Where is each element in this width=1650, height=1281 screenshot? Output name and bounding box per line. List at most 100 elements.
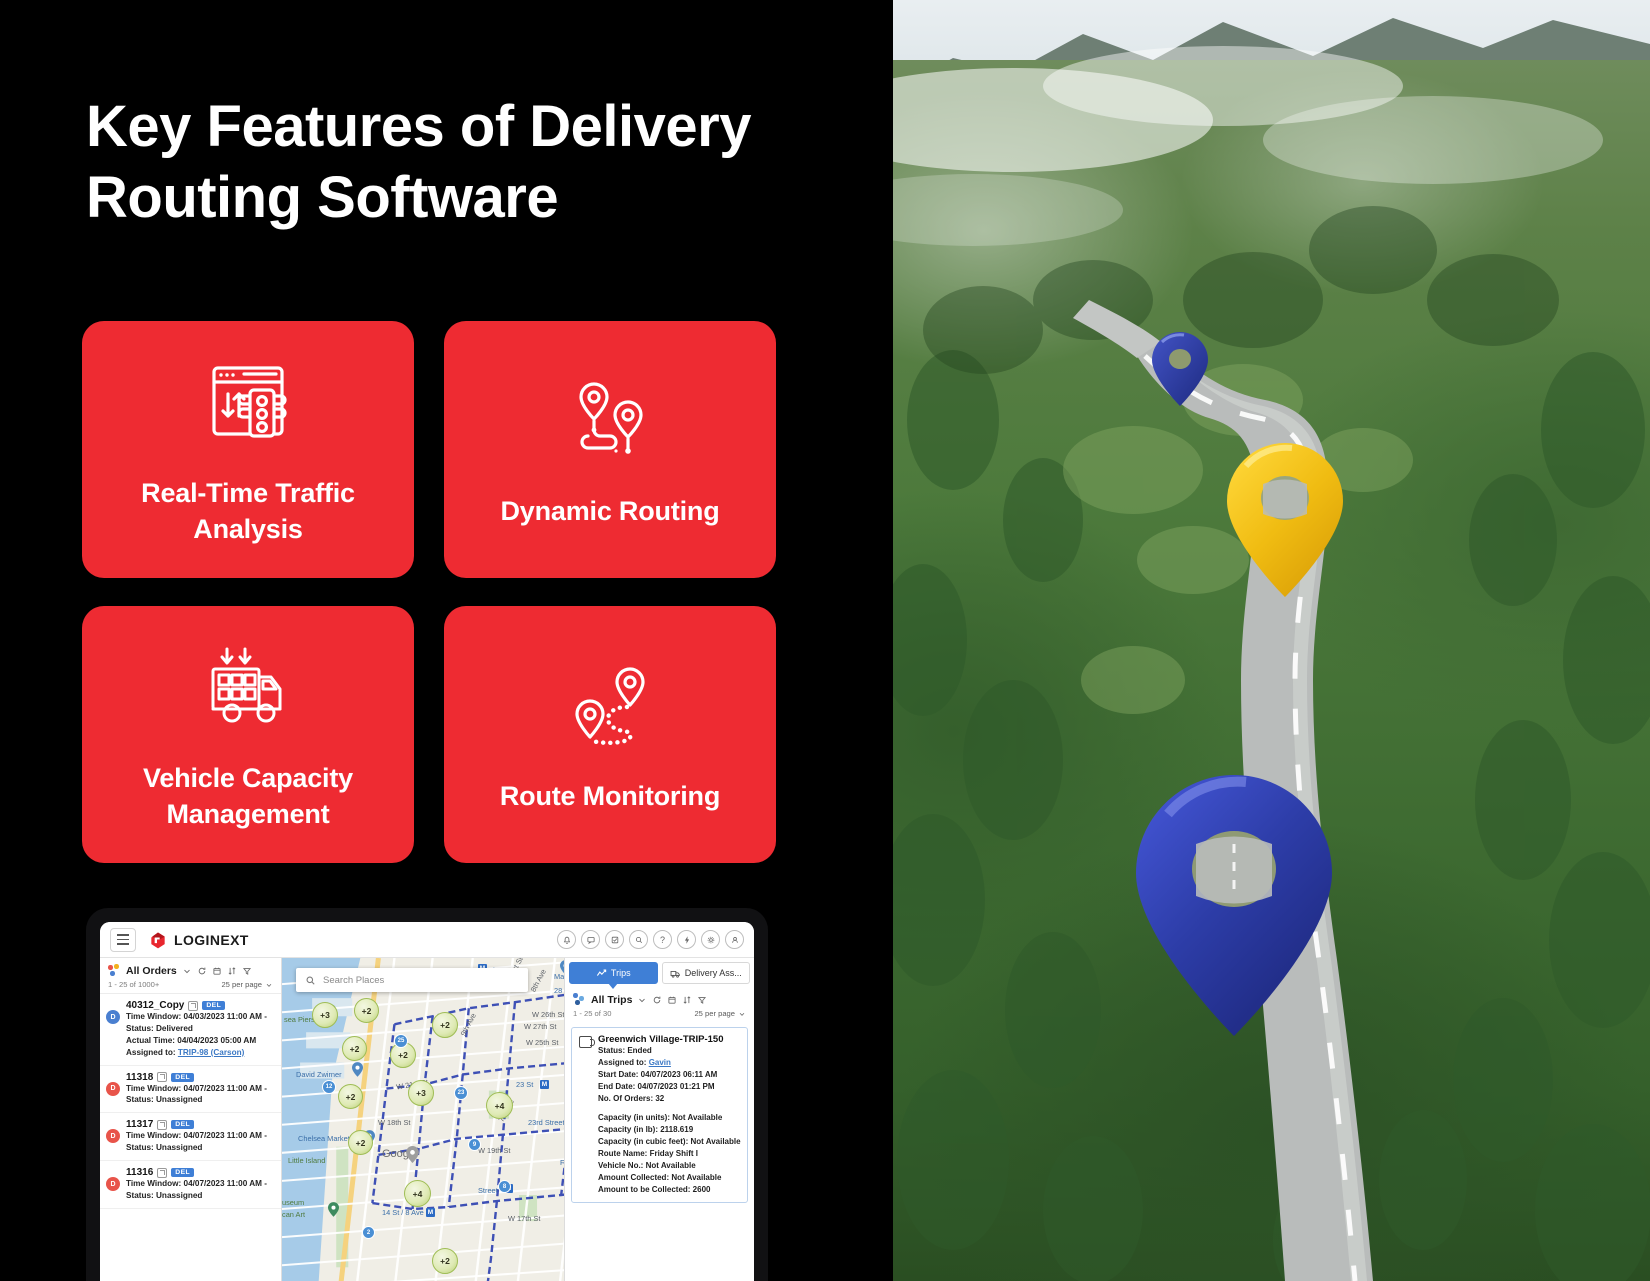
route-monitoring-icon — [558, 657, 662, 753]
trip-amount-to-be-collected: Amount to be Collected: 2600 — [598, 1185, 711, 1194]
order-actual-time: Actual Time: 04/04/2023 05:00 AM — [126, 1035, 257, 1045]
left-panel: Key Features of Delivery Routing Softwar… — [0, 0, 893, 1281]
chevron-down-icon — [739, 1012, 745, 1016]
calendar-icon[interactable] — [212, 966, 222, 976]
trip-end-date: End Date: 04/07/2023 01:21 PM — [598, 1082, 715, 1091]
refresh-icon[interactable] — [197, 966, 207, 976]
order-status-pin: D — [106, 1081, 120, 1096]
chat-icon[interactable] — [581, 930, 600, 949]
order-status: Status: Unassigned — [126, 1191, 203, 1201]
feature-card-route-monitoring[interactable]: Route Monitoring — [444, 606, 776, 863]
map-stop-marker[interactable]: 23 — [454, 1086, 468, 1100]
feature-card-label: Dynamic Routing — [500, 495, 720, 526]
feature-card-real-time-traffic-analysis[interactable]: Real-Time Traffic Analysis — [82, 321, 414, 578]
map-cluster-marker[interactable]: +2 — [338, 1084, 363, 1109]
order-status-pin: D — [106, 1129, 120, 1144]
order-status-pin: D — [106, 1010, 120, 1024]
map-cluster-marker[interactable]: +4 — [486, 1092, 513, 1119]
tab-trips[interactable]: Trips — [569, 962, 658, 989]
map-cluster-marker[interactable]: +2 — [342, 1036, 367, 1061]
trip-assigned-row: Assigned to: Gavin — [598, 1057, 740, 1069]
trips-pager: 1 - 25 of 30 — [573, 1009, 612, 1018]
order-list-item[interactable]: D 11316 DEL Time Window: 04/07/2023 11:0… — [100, 1161, 281, 1209]
map-stop-number: 2 — [366, 1229, 371, 1236]
orders-per-page[interactable]: 25 per page — [221, 980, 273, 989]
map-stop-number: 23 — [457, 1090, 465, 1096]
map-poi-pin-icon — [352, 1062, 363, 1077]
map-label: W 25th St — [526, 1038, 559, 1047]
map-stop-marker[interactable]: 12 — [322, 1080, 336, 1094]
task-icon[interactable] — [605, 930, 624, 949]
map-cluster-marker[interactable]: +4 — [404, 1180, 431, 1207]
map-poi-pin-icon — [406, 1146, 419, 1163]
map-cluster-marker[interactable]: +2 — [348, 1130, 373, 1155]
calendar-icon[interactable] — [667, 995, 677, 1005]
orders-pager: 1 - 25 of 1000+ — [108, 980, 160, 989]
tablet-mockup: LOGINEXT ? All Orders 1 - 25 of 1000+ 25… — [86, 908, 768, 1281]
bolt-icon[interactable] — [677, 930, 696, 949]
map-cluster-marker[interactable]: +3 — [312, 1002, 338, 1028]
order-list-item[interactable]: D 40312_Copy DEL Time Window: 04/03/2023… — [100, 994, 281, 1066]
app-topbar: LOGINEXT ? — [100, 922, 754, 958]
trips-per-page[interactable]: 25 per page — [694, 1009, 746, 1018]
trip-list-item[interactable]: Greenwich Village-TRIP-150 Status: Ended… — [571, 1027, 748, 1203]
refresh-icon[interactable] — [652, 995, 662, 1005]
order-list-item[interactable]: D 11318 DEL Time Window: 04/07/2023 11:0… — [100, 1066, 281, 1114]
chevron-down-icon[interactable] — [637, 995, 647, 1005]
search-places-input[interactable]: Search Places — [296, 968, 528, 992]
feature-card-vehicle-capacity-management[interactable]: Vehicle Capacity Management — [82, 606, 414, 863]
vehicle-capacity-icon — [196, 639, 300, 735]
filter-icon[interactable] — [697, 995, 707, 1005]
chevron-down-icon — [266, 983, 272, 987]
order-status: Status: Delivered — [126, 1023, 193, 1033]
bell-icon[interactable] — [557, 930, 576, 949]
trip-capacity-cubic-feet: Capacity (in cubic feet): Not Available — [598, 1137, 741, 1146]
user-icon[interactable] — [725, 930, 744, 949]
feature-card-dynamic-routing[interactable]: Dynamic Routing — [444, 321, 776, 578]
search-places-placeholder: Search Places — [323, 974, 385, 986]
trips-icon — [596, 969, 607, 976]
help-icon[interactable]: ? — [653, 930, 672, 949]
map-label: Chelsea Market — [298, 1134, 350, 1143]
order-status: Status: Unassigned — [126, 1095, 203, 1105]
dynamic-routing-icon — [558, 372, 662, 468]
open-external-icon[interactable] — [157, 1119, 168, 1130]
feature-card-label: Real-Time Traffic Analysis — [141, 478, 355, 544]
feature-card-label: Vehicle Capacity Management — [143, 763, 353, 829]
order-id: 40312_Copy — [126, 1000, 185, 1011]
subway-station-icon: M — [540, 1080, 549, 1089]
trips-header: All Trips 1 - 25 of 30 25 per page — [565, 984, 754, 1022]
order-list-item[interactable]: D 11317 DEL Time Window: 04/07/2023 11:0… — [100, 1113, 281, 1162]
trip-assigned-link[interactable]: Gavin — [649, 1058, 671, 1067]
map-cluster-marker[interactable]: +2 — [432, 1012, 458, 1038]
map-stop-marker[interactable]: 25 — [394, 1034, 408, 1048]
sort-icon[interactable] — [682, 995, 692, 1005]
page-title: Key Features of Delivery Routing Softwar… — [86, 94, 751, 230]
tab-delivery-associate-label: Delivery Ass... — [684, 968, 742, 978]
sort-icon[interactable] — [227, 966, 237, 976]
tab-delivery-associate[interactable]: Delivery Ass... — [661, 962, 750, 984]
map-cluster-marker[interactable]: +2 — [432, 1248, 458, 1274]
app-screen: LOGINEXT ? All Orders 1 - 25 of 1000+ 25… — [100, 922, 754, 1281]
menu-icon[interactable] — [110, 927, 136, 952]
map-stop-marker[interactable]: 9 — [468, 1138, 481, 1151]
map-stop-marker[interactable]: 2 — [362, 1226, 375, 1239]
open-external-icon[interactable] — [188, 1000, 199, 1011]
open-external-icon[interactable] — [157, 1167, 168, 1178]
app-body: All Orders 1 - 25 of 1000+ 25 per page D… — [100, 958, 754, 1281]
map-label: W 17th St — [508, 1214, 541, 1223]
map-stop-marker[interactable]: 8 — [498, 1180, 511, 1193]
feature-card-label: Route Monitoring — [499, 780, 721, 811]
map-cluster-marker[interactable]: +3 — [408, 1080, 434, 1106]
gear-icon[interactable] — [701, 930, 720, 949]
order-time-window: Time Window: 04/07/2023 11:00 AM - — [126, 1179, 267, 1189]
map-label: can Art — [282, 1210, 306, 1219]
chevron-down-icon[interactable] — [182, 966, 192, 976]
map-label: 23rd Street — [528, 1118, 565, 1127]
map-cluster-marker[interactable]: +2 — [354, 998, 379, 1023]
search-icon[interactable] — [629, 930, 648, 949]
open-external-icon[interactable] — [157, 1072, 168, 1083]
order-assigned-link[interactable]: TRIP-98 (Carson) — [178, 1048, 244, 1057]
filter-icon[interactable] — [242, 966, 252, 976]
trip-vehicle-no: Vehicle No.: Not Available — [598, 1161, 696, 1170]
